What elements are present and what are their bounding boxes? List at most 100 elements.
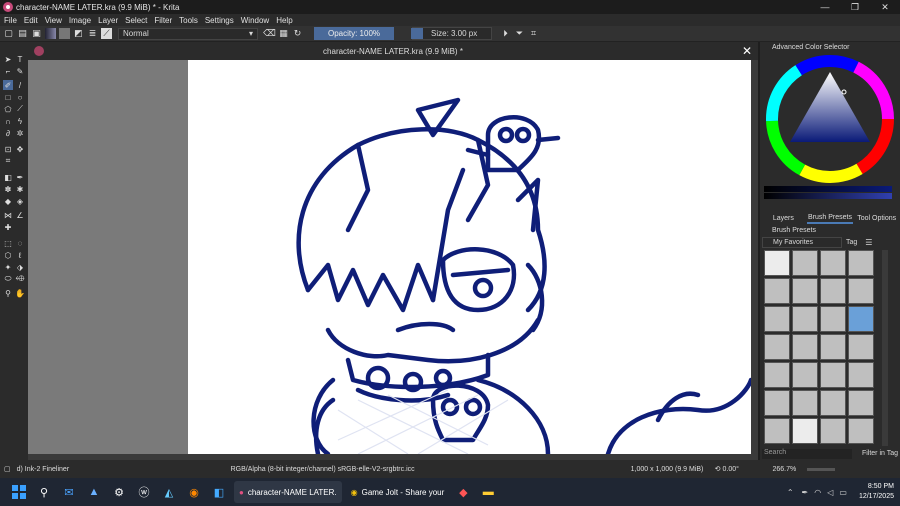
bezier-select-icon[interactable]: ⬭	[3, 274, 13, 284]
gradient-icon[interactable]	[45, 28, 56, 39]
reference-tool-icon[interactable]: ✚	[3, 222, 13, 232]
system-clock[interactable]: 8:50 PM 12/17/2025	[859, 482, 894, 502]
brush-preset[interactable]	[820, 306, 846, 332]
tab-tool-options[interactable]: Tool Options	[853, 212, 900, 224]
brush-preset[interactable]	[792, 278, 818, 304]
gradient-tool-icon[interactable]: ◧	[3, 172, 13, 182]
brush-preset[interactable]	[764, 418, 790, 444]
enclose-fill-icon[interactable]: ◈	[15, 196, 25, 206]
calligraphy-icon[interactable]: ✎	[15, 66, 25, 76]
color-picker-icon[interactable]: ✒	[15, 172, 25, 182]
drawing-canvas[interactable]	[188, 60, 751, 454]
brush-preset[interactable]	[764, 250, 790, 276]
menu-layer[interactable]: Layer	[98, 16, 118, 25]
pan-tool-icon[interactable]: ✋	[15, 288, 25, 298]
value-slider[interactable]	[764, 186, 892, 192]
assistant-tool-icon[interactable]: ⋈	[3, 210, 13, 220]
magnetic-select-icon[interactable]: ⬲	[15, 274, 25, 284]
pen-icon[interactable]: ✒	[802, 488, 809, 497]
tag-button[interactable]: Tag	[846, 239, 857, 246]
taskbar-krita-window[interactable]: ● character-NAME LATER.	[234, 481, 342, 503]
smart-patch-icon[interactable]: ✱	[15, 184, 25, 194]
eraser-icon[interactable]: ⌫	[263, 28, 276, 39]
brush-preset[interactable]	[848, 390, 874, 416]
opacity-slider[interactable]: Opacity: 100%	[314, 27, 394, 40]
menu-settings[interactable]: Settings	[205, 16, 234, 25]
presets-scrollbar[interactable]	[882, 250, 888, 446]
brush-preset[interactable]	[848, 334, 874, 360]
menu-edit[interactable]: Edit	[24, 16, 38, 25]
list-view-icon[interactable]: ☰	[865, 238, 872, 247]
mail-app-icon[interactable]: ✉	[58, 481, 80, 503]
alpha-lock-icon[interactable]: ▦	[278, 28, 289, 39]
blend-mode-select[interactable]: Normal ▾	[118, 27, 258, 40]
minimize-button[interactable]: —	[810, 0, 840, 14]
chevron-up-icon[interactable]: ⌃	[787, 488, 794, 497]
brush-preset[interactable]	[848, 362, 874, 388]
mirror-horizontal-icon[interactable]: ⏵	[500, 28, 511, 39]
preset-search-input[interactable]: Search	[762, 448, 852, 459]
game-app-icon[interactable]: ◭	[158, 481, 180, 503]
brush-preset[interactable]	[820, 334, 846, 360]
crop-tool-icon[interactable]: ⌗	[3, 156, 13, 166]
settings-gear-icon[interactable]: ⚙	[108, 481, 130, 503]
menu-view[interactable]: View	[45, 16, 62, 25]
windows-start-icon[interactable]	[8, 481, 30, 503]
search-icon[interactable]: ⚲	[33, 481, 55, 503]
brave-app-icon[interactable]: ◆	[452, 481, 474, 503]
rect-select-icon[interactable]: ⬚	[3, 238, 13, 248]
tab-brush-presets[interactable]: Brush Presets	[806, 212, 854, 224]
edit-shapes-icon[interactable]: ⌐	[3, 66, 13, 76]
text-tool-icon[interactable]: T	[15, 54, 25, 64]
wattpad-app-icon[interactable]: ⓦ	[133, 481, 155, 503]
brush-preset[interactable]	[848, 250, 874, 276]
tag-filter-select[interactable]: My Favorites	[762, 236, 842, 248]
menu-image[interactable]: Image	[69, 16, 91, 25]
zoom-slider[interactable]	[806, 467, 835, 471]
new-file-icon[interactable]: ▢	[3, 28, 14, 39]
mirror-vertical-icon[interactable]: ⏷	[514, 28, 525, 39]
color-swap-icon[interactable]: ◩	[73, 28, 84, 39]
brush-preset[interactable]	[792, 250, 818, 276]
brush-preset[interactable]	[764, 306, 790, 332]
multibrush-icon[interactable]: ✲	[15, 128, 25, 138]
measure-tool-icon[interactable]: ∠	[15, 210, 25, 220]
menu-window[interactable]: Window	[241, 16, 269, 25]
polygon-tool-icon[interactable]: ⬠	[3, 104, 13, 114]
maximize-button[interactable]: ❐	[840, 0, 870, 14]
brush-preset[interactable]	[792, 418, 818, 444]
wrap-icon[interactable]: ⌗	[528, 28, 539, 39]
brush-preset-selected[interactable]	[848, 306, 874, 332]
wifi-icon[interactable]: ◠	[814, 488, 821, 497]
transform-tool-icon[interactable]: ⊡	[3, 144, 13, 154]
zoom-tool-icon[interactable]: ⚲	[3, 288, 13, 298]
brush-settings-icon[interactable]: ≣	[87, 28, 98, 39]
menu-file[interactable]: File	[4, 16, 17, 25]
contiguous-select-icon[interactable]: ✦	[3, 262, 13, 272]
battery-icon[interactable]: ▭	[839, 488, 847, 497]
tab-layers[interactable]: Layers	[760, 212, 807, 224]
vertical-scrollbar[interactable]	[751, 60, 758, 454]
move-tool-icon[interactable]: ✥	[15, 144, 25, 154]
freehand-select-icon[interactable]: ℓ	[15, 250, 25, 260]
blender-icon[interactable]: ◉	[183, 481, 205, 503]
brush-preset[interactable]	[792, 362, 818, 388]
taskbar-chrome-window[interactable]: ◉ Game Jolt - Share your	[346, 481, 450, 503]
menu-select[interactable]: Select	[125, 16, 147, 25]
size-slider[interactable]: Size: 3.00 px	[411, 27, 492, 40]
select-shapes-icon[interactable]: ➤	[3, 54, 13, 64]
similar-select-icon[interactable]: ⬗	[15, 262, 25, 272]
brush-preset[interactable]	[820, 278, 846, 304]
zoom-level[interactable]: 266.7%	[773, 466, 803, 473]
polygon-select-icon[interactable]: ⬡	[3, 250, 13, 260]
brush-preset[interactable]	[764, 278, 790, 304]
brush-preset[interactable]	[848, 418, 874, 444]
menu-tools[interactable]: Tools	[179, 16, 198, 25]
saturation-slider[interactable]	[764, 193, 892, 199]
pattern-icon[interactable]	[59, 28, 70, 39]
line-tool-icon[interactable]: /	[15, 80, 25, 90]
rectangle-tool-icon[interactable]: □	[3, 92, 13, 102]
bezier-tool-icon[interactable]: ∩	[3, 116, 13, 126]
dynamic-brush-icon[interactable]: ∂	[3, 128, 13, 138]
store-app-icon[interactable]: ◧	[208, 481, 230, 503]
